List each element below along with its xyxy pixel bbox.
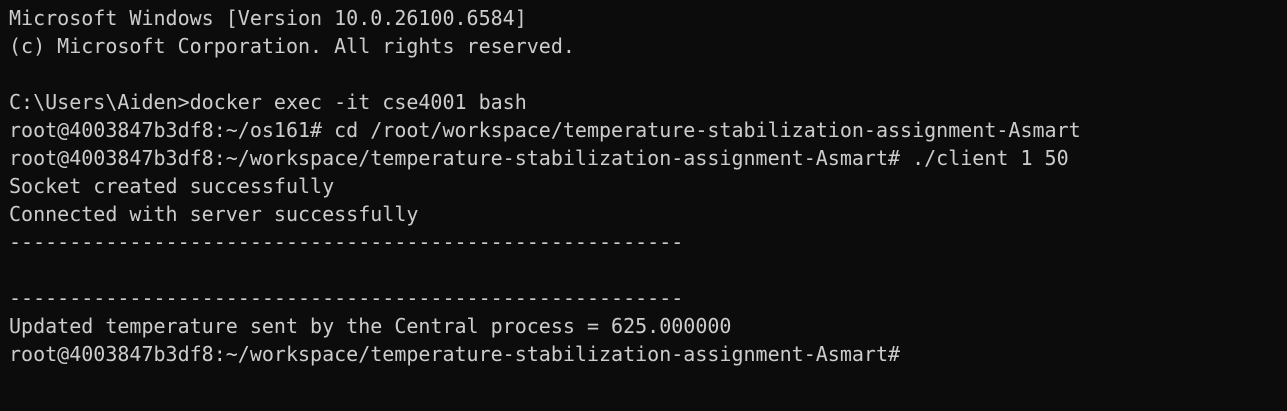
terminal-line-socket-created: Socket created successfully — [9, 174, 335, 198]
terminal-line-docker-command: C:\Users\Aiden>docker exec -it cse4001 b… — [9, 90, 527, 114]
terminal-line-separator: ----------------------------------------… — [9, 230, 684, 254]
terminal-line-client-command: root@4003847b3df8:~/workspace/temperatur… — [9, 146, 1069, 170]
terminal-line-separator: ----------------------------------------… — [9, 286, 684, 310]
terminal-prompt[interactable]: root@4003847b3df8:~/workspace/temperatur… — [9, 340, 1287, 368]
terminal-output[interactable]: Microsoft Windows [Version 10.0.26100.65… — [0, 0, 1287, 411]
terminal-line-copyright: (c) Microsoft Corporation. All rights re… — [9, 34, 575, 58]
terminal-line-updated-temperature: Updated temperature sent by the Central … — [9, 314, 732, 338]
terminal-line-connected: Connected with server successfully — [9, 202, 419, 226]
terminal-line-version: Microsoft Windows [Version 10.0.26100.65… — [9, 6, 527, 30]
terminal-line-cd-command: root@4003847b3df8:~/os161# cd /root/work… — [9, 118, 1081, 142]
